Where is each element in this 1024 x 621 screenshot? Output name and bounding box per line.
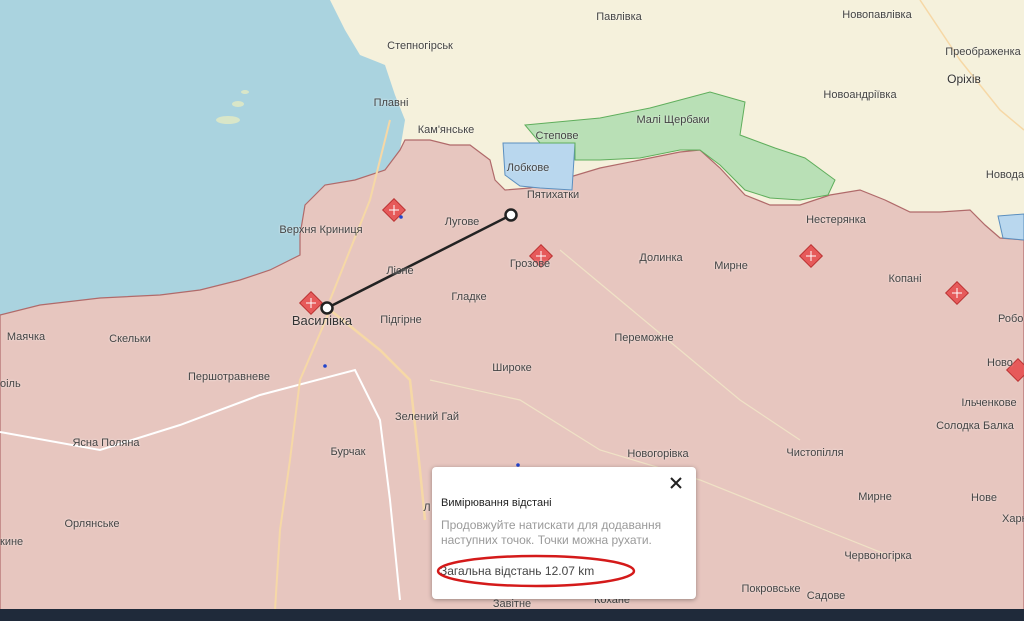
place-label: Мирне [858,491,892,503]
place-label: Червоногірка [844,550,912,562]
place-label: Мирне [714,260,748,272]
island [241,90,249,94]
place-label: Долинка [639,252,683,264]
place-label: Ясна Поляна [72,437,140,449]
place-label: Ільченкове [961,397,1017,409]
island [232,101,244,107]
place-label: Новоандріївка [823,89,897,101]
place-label: Гладке [451,291,487,303]
place-label: Широке [492,362,532,374]
place-label: Робо [998,313,1024,325]
place-label: Грозове [509,258,551,270]
place-label: кине [0,536,24,548]
place-label: Підгірне [380,314,422,326]
place-label: Степногірськ [387,40,453,52]
place-label: Лугове [444,216,480,228]
place-label: Орлянське [64,518,120,530]
place-label: Лісне [386,265,414,277]
place-label: Василівка [291,313,353,328]
place-label: Покровське [741,583,801,595]
place-label: Малі Щербаки [636,114,710,126]
place-label: Бурчак [330,446,366,458]
place-label: Оріхів [947,72,981,86]
ruler-point-icon[interactable] [320,301,334,315]
close-icon[interactable] [666,473,686,493]
place-label: Лобкове [506,162,550,174]
point-dot [323,364,327,368]
taskbar [0,609,1024,621]
place-label: Харко [1002,513,1024,525]
place-label: оіль [0,378,21,390]
place-label: Новопавлівка [842,9,912,21]
place-label: Павлівка [596,11,642,23]
place-label: Маячка [6,331,46,343]
place-label: Пятихатки [526,189,580,201]
place-label: Новода [985,169,1024,181]
place-label: Нестерянка [806,214,866,226]
distance-measure-popup: Вимірювання відстані Продовжуйте натиска… [432,467,696,599]
place-label: Нове [971,492,997,504]
place-label: Ново [987,357,1013,369]
place-label: Зелений Гай [395,411,459,423]
place-label: Л [423,502,431,514]
popup-hint: Продовжуйте натискати для додавання наст… [441,518,662,547]
place-label: Верхня Криниця [279,224,363,236]
island [216,116,240,124]
place-label: Новогорівка [627,448,689,460]
place-label: Плавні [373,97,409,109]
highlight-circle [436,554,636,588]
place-label: Переможне [614,332,674,344]
place-label: Садове [806,590,846,602]
place-label: Степове [535,130,579,142]
place-label: Солодка Балка [936,420,1014,432]
ruler-point-icon[interactable] [504,208,518,222]
point-dot [399,215,403,219]
place-label: Скельки [109,333,151,345]
place-label: Преображенка [945,46,1021,58]
place-label: Першотравневе [188,371,270,383]
place-label: Кам'янське [417,124,475,136]
place-label: Чистопілля [786,447,844,459]
place-label: Копані [888,273,922,285]
popup-title: Вимірювання відстані [441,497,552,509]
